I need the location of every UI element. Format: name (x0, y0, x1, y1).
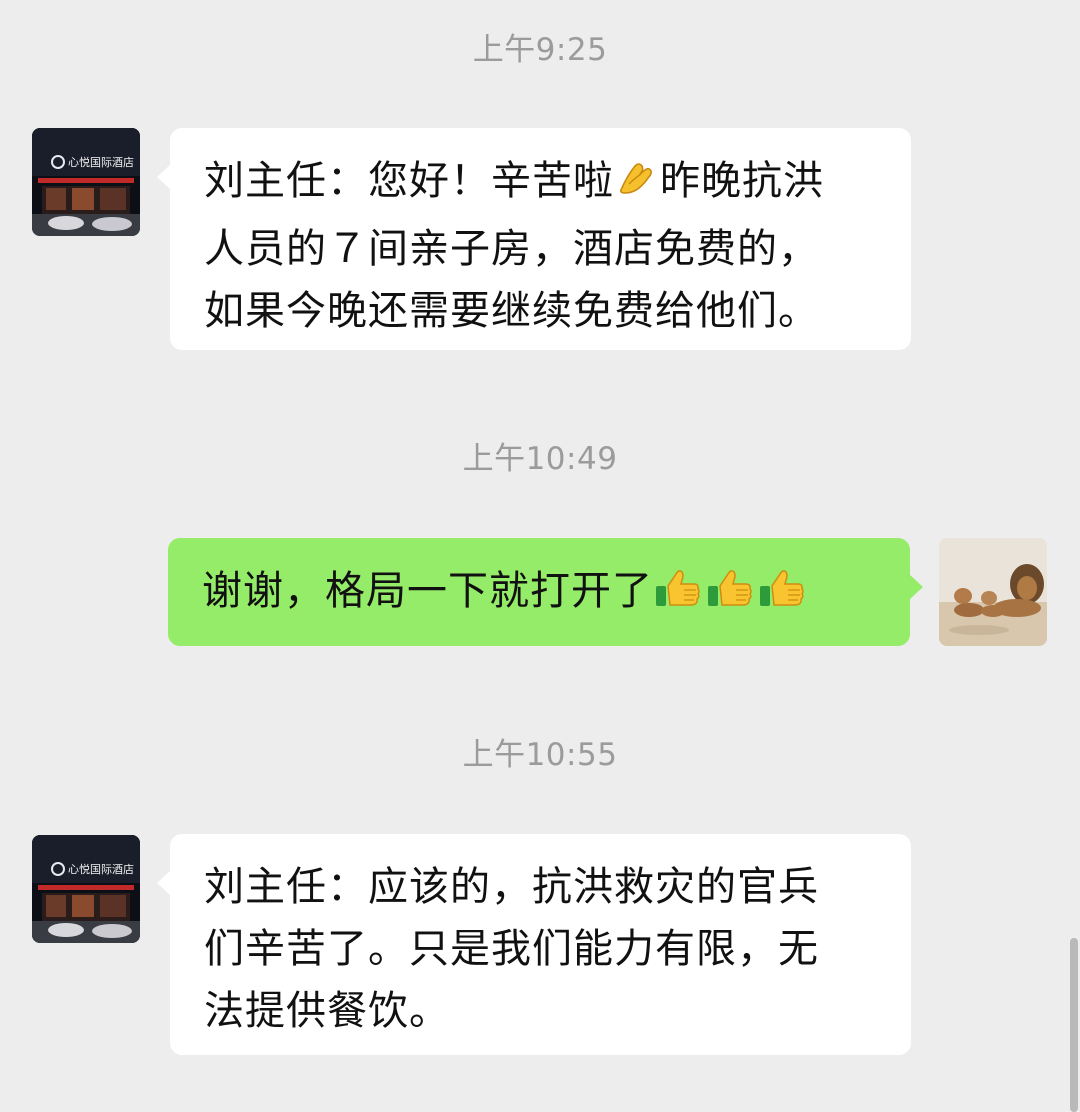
message-timestamp: 上午9:25 (472, 32, 608, 68)
message-text: 昨晚抗洪 (660, 158, 824, 204)
hotel-storefront-image: 心悦国际酒店 (32, 128, 140, 236)
thumbs-up-emoji-icon (654, 566, 704, 628)
bubble-tail (909, 574, 923, 600)
pinched-hand-emoji-icon (615, 156, 659, 218)
message-timestamp: 上午10:55 (462, 737, 618, 773)
message-line: 法提供餐饮。 (204, 988, 450, 1034)
scrollbar[interactable] (1070, 938, 1078, 1112)
message-line: 如果今晚还需要继续免费给他们。 (204, 288, 819, 334)
hotel-avatar[interactable]: 心悦国际酒店 (32, 128, 140, 236)
message-timestamp: 上午10:49 (462, 441, 618, 477)
message-line: 刘主任：您好！辛苦啦 昨晚抗洪 (204, 150, 879, 218)
hotel-avatar[interactable]: 心悦国际酒店 (32, 835, 140, 943)
message-line: 人员的７间亲子房，酒店免费的， (204, 226, 819, 272)
message-text: 刘主任：您好！辛苦啦 (204, 158, 614, 204)
outgoing-message-bubble[interactable]: 谢谢，格局一下就打开了 (168, 538, 923, 646)
incoming-message-bubble[interactable]: 刘主任：应该的，抗洪救灾的官兵 们辛苦了。只是我们能力有限，无 法提供餐饮。 (157, 834, 911, 1055)
thumbs-up-emoji-icon (758, 566, 808, 628)
message-text: 谢谢，格局一下就打开了 (202, 568, 653, 614)
thumbs-up-emoji-icon (706, 566, 756, 628)
svg-text:心悦国际酒店: 心悦国际酒店 (68, 155, 134, 169)
incoming-message-bubble[interactable]: 刘主任：您好！辛苦啦 昨晚抗洪 人员的７间亲子房，酒店免费的， 如果今晚还需要继续… (157, 128, 911, 350)
bubble-tail (157, 870, 171, 896)
self-avatar[interactable] (939, 538, 1047, 646)
hotel-storefront-image: 心悦国际酒店 (32, 835, 140, 943)
message-line: 谢谢，格局一下就打开了 (202, 560, 878, 628)
lions-image (939, 538, 1047, 646)
bubble-tail (157, 164, 171, 190)
message-line: 刘主任：应该的，抗洪救灾的官兵 (204, 864, 819, 910)
svg-text:心悦国际酒店: 心悦国际酒店 (68, 862, 134, 876)
message-line: 们辛苦了。只是我们能力有限，无 (204, 926, 819, 972)
